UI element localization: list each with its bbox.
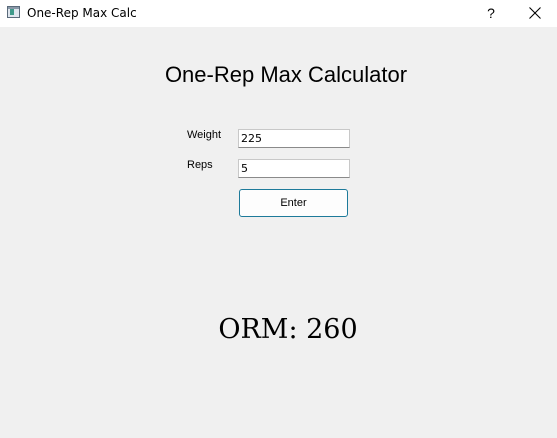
close-icon (529, 7, 541, 19)
weight-input[interactable] (238, 129, 350, 148)
enter-button[interactable]: Enter (239, 189, 348, 217)
app-window: One-Rep Max Calc ? One-Rep Max Calculato… (0, 0, 557, 438)
title-bar: One-Rep Max Calc ? (0, 0, 557, 27)
reps-input[interactable] (238, 159, 350, 178)
help-button[interactable]: ? (478, 0, 504, 27)
page-title: One-Rep Max Calculator (164, 62, 408, 87)
app-window-icon (7, 6, 20, 18)
window-title: One-Rep Max Calc (27, 6, 137, 20)
close-button[interactable] (520, 0, 550, 27)
reps-label: Reps (187, 159, 213, 171)
result-text: ORM: 260 (218, 314, 358, 345)
weight-label: Weight (187, 129, 222, 141)
